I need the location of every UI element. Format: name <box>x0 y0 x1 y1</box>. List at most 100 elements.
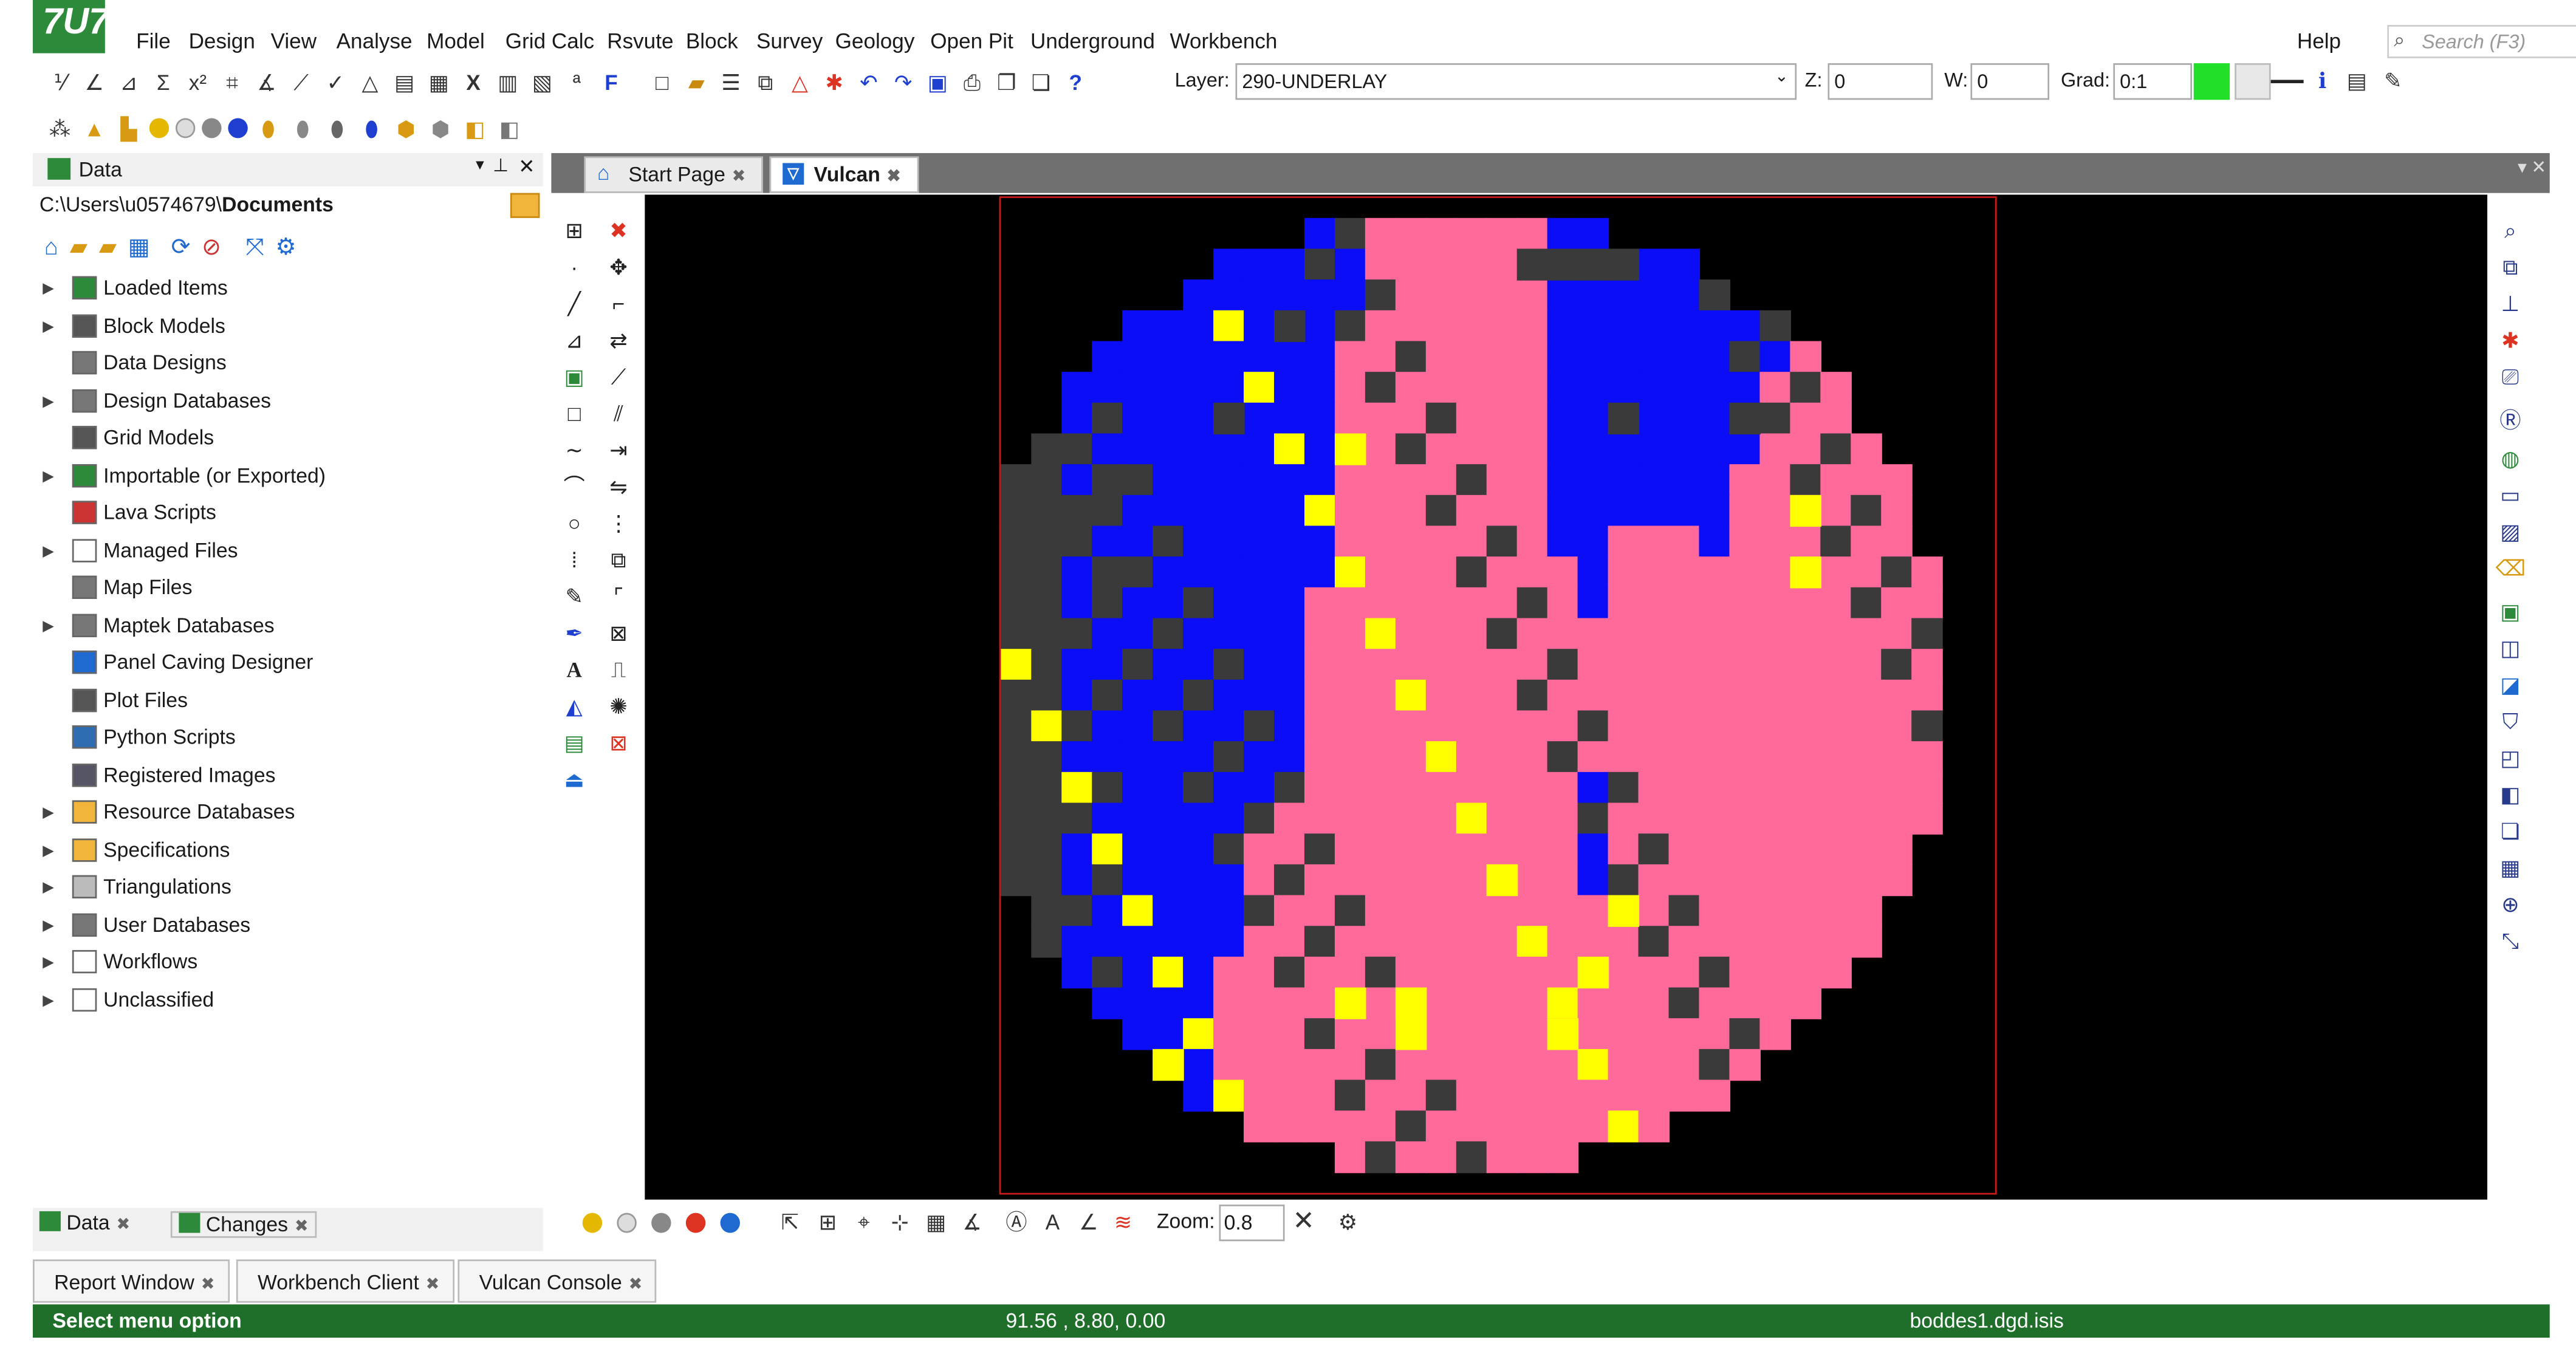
list-icon[interactable]: ☰ <box>717 67 745 96</box>
search-input[interactable]: ⌕ Search (F3) <box>2387 25 2576 58</box>
grid-snap-icon[interactable]: ⊞ <box>814 1208 841 1236</box>
snap-icon[interactable]: ⊹ <box>886 1208 914 1236</box>
window-icon[interactable]: ❐ <box>993 67 1021 96</box>
tree-item[interactable]: ▶ Specifications <box>39 833 532 870</box>
layer-select[interactable]: 290-UNDERLAY ⌄ <box>1235 63 1797 100</box>
arc-icon[interactable]: ⌒ <box>561 474 587 501</box>
cube-yellow-icon[interactable]: ◧ <box>461 114 489 143</box>
check-icon[interactable]: ✓ <box>321 67 349 96</box>
menu-workbench[interactable]: Workbench <box>1170 29 1278 53</box>
point-icon[interactable]: · <box>561 255 587 281</box>
measure-icon[interactable]: ª <box>563 67 591 96</box>
tree-item[interactable]: ▶ Design Databases <box>39 383 532 421</box>
layers-icon[interactable]: ⧉ <box>752 67 779 96</box>
rectangle-icon[interactable]: □ <box>561 401 587 428</box>
folder-icon[interactable]: ▰ <box>70 233 87 261</box>
menu-file[interactable]: File <box>136 29 171 53</box>
bearing-icon[interactable]: ∠ <box>80 67 108 96</box>
tab-changes[interactable]: Changes ✖ <box>170 1211 317 1238</box>
photo-icon[interactable]: ▨ <box>2496 519 2526 546</box>
menu-underground[interactable]: Underground <box>1030 29 1155 53</box>
properties-icon[interactable]: ▤ <box>2343 67 2371 95</box>
menu-help[interactable]: Help <box>2297 29 2341 53</box>
white-ball-icon[interactable] <box>175 118 196 139</box>
color-swatch[interactable] <box>2193 63 2230 100</box>
tree-item[interactable]: Panel Caving Designer <box>39 646 532 683</box>
grid-view-icon[interactable]: ▦ <box>128 233 150 261</box>
tree-item[interactable]: ▶ Unclassified <box>39 982 532 1020</box>
grad-input[interactable]: 0:1 <box>2113 63 2193 100</box>
report-icon[interactable]: ▤ <box>391 67 419 96</box>
expand-arrow-icon[interactable]: ▶ <box>43 833 54 866</box>
stack-icon[interactable]: ❏ <box>2496 819 2526 846</box>
fillet-icon[interactable]: ⌜ <box>606 584 632 611</box>
line-icon[interactable]: ╱ <box>561 291 587 318</box>
boundary-icon[interactable]: ⊠ <box>606 621 632 648</box>
chart-icon[interactable]: ▦ <box>425 67 453 96</box>
new-file-icon[interactable]: □ <box>648 67 676 96</box>
info-icon[interactable]: ℹ <box>2309 67 2337 95</box>
menu-design[interactable]: Design <box>189 29 255 53</box>
text-icon[interactable]: A <box>561 657 587 684</box>
image-icon[interactable]: ▣ <box>561 364 587 391</box>
tree-item[interactable]: ▶ Managed Files <box>39 533 532 571</box>
distance-icon[interactable]: ⊿ <box>115 67 143 96</box>
refresh-icon[interactable]: ⟳ <box>171 233 191 261</box>
expand-arrow-icon[interactable]: ▶ <box>43 271 54 304</box>
dropdown-icon[interactable]: ▾ <box>476 156 484 174</box>
eraser-icon[interactable]: ⌫ <box>2496 556 2526 583</box>
z-input[interactable]: 0 <box>1828 63 1933 100</box>
polygon-icon[interactable]: ⊿ <box>561 328 587 355</box>
save-icon[interactable]: ▣ <box>923 67 951 96</box>
break-icon[interactable]: ⫽ <box>606 401 632 428</box>
red-ball-icon[interactable] <box>685 1212 706 1233</box>
wave-icon[interactable]: ≋ <box>1109 1208 1137 1236</box>
tree-item[interactable]: ▶ Maptek Databases <box>39 608 532 646</box>
help-icon[interactable]: ? <box>1061 67 1089 96</box>
windows-icon[interactable]: ❏ <box>1027 67 1055 96</box>
section-icon[interactable]: ◰ <box>2496 745 2526 772</box>
cube-gray-icon[interactable]: ◧ <box>496 114 524 143</box>
split-icon[interactable]: ⋮ <box>606 511 632 538</box>
tab-data[interactable]: Data ✖ <box>39 1211 130 1234</box>
yellow-ball-icon[interactable] <box>582 1212 603 1233</box>
print-icon[interactable]: ⎙ <box>958 67 986 96</box>
expand-arrow-icon[interactable]: ▶ <box>43 383 54 417</box>
menu-view[interactable]: View <box>271 29 317 53</box>
layers-3d-icon[interactable]: ◪ <box>2496 672 2526 699</box>
solid-icon[interactable]: ◧ <box>2496 782 2526 809</box>
close-icon[interactable]: ✖ <box>295 1218 309 1236</box>
power-icon[interactable]: x² <box>183 67 211 96</box>
menu-survey[interactable]: Survey <box>756 29 823 53</box>
view-settings-icon[interactable]: ⚙ <box>1334 1208 1362 1236</box>
join-icon[interactable]: ⇥ <box>606 437 632 464</box>
line-style-icon[interactable] <box>2270 80 2304 83</box>
menu-grid-calc[interactable]: Grid Calc <box>505 29 594 53</box>
tree-item[interactable]: ▶ Workflows <box>39 945 532 983</box>
folder-add-icon[interactable]: ▰ <box>99 233 117 261</box>
disconnect-icon[interactable]: ⊘ <box>202 233 221 261</box>
globe-icon[interactable]: ◍ <box>2496 446 2526 473</box>
style-icon[interactable]: ✎ <box>2379 67 2407 95</box>
expand-arrow-icon[interactable]: ▶ <box>43 608 54 641</box>
delete-point-icon[interactable]: △ <box>786 67 814 96</box>
reverse-icon[interactable]: ⇄ <box>606 328 632 355</box>
font-f-icon[interactable]: F <box>597 67 625 96</box>
grid-icon[interactable]: ▦ <box>2496 855 2526 882</box>
pattern-swatch[interactable] <box>2235 63 2271 100</box>
expand-arrow-icon[interactable]: ▶ <box>43 795 54 829</box>
angle-icon[interactable]: ∠ <box>1075 1208 1103 1236</box>
scale-icon[interactable]: ⤡ <box>2496 928 2526 955</box>
menu-analyse[interactable]: Analyse <box>337 29 413 53</box>
blue-ball-icon[interactable] <box>228 118 248 139</box>
collapse-icon[interactable]: ⤧ <box>245 233 264 261</box>
gray-capsule2-icon[interactable]: ⬮ <box>323 114 351 143</box>
blue-ball-icon[interactable] <box>720 1212 740 1233</box>
home-icon[interactable]: ⌂ <box>44 233 58 261</box>
insert-point-icon[interactable]: ⟋ <box>606 364 632 391</box>
layer-add-icon[interactable]: ⊞ <box>561 218 587 245</box>
tree-item[interactable]: ▶ Resource Databases <box>39 795 532 833</box>
sum-icon[interactable]: Σ <box>149 67 177 96</box>
text-3d-icon[interactable]: ◭ <box>561 694 587 720</box>
triangle-icon[interactable]: △ <box>356 67 384 96</box>
